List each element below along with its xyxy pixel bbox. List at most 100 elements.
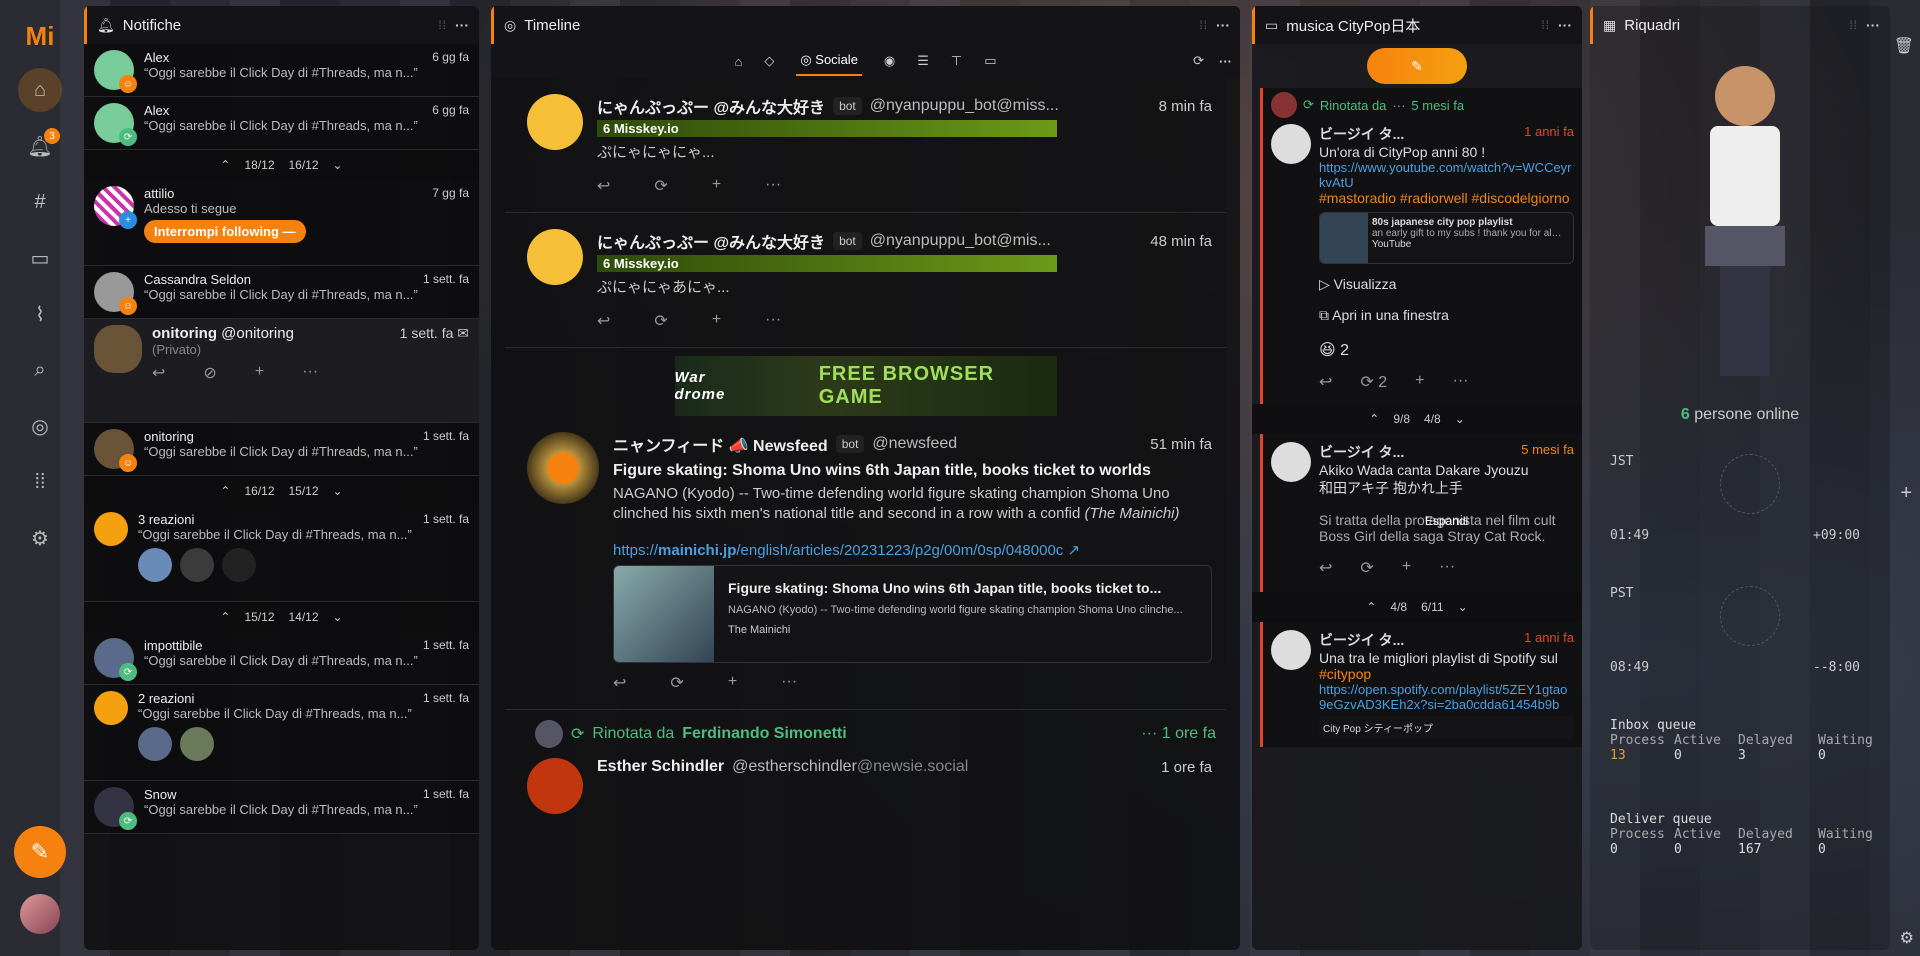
note-time[interactable]: 8 min fa bbox=[1159, 98, 1212, 115]
note-name[interactable]: Esther Schindler bbox=[597, 758, 724, 776]
drag-handle-icon[interactable]: ⁞⁞ bbox=[1199, 18, 1208, 32]
notification-item[interactable]: ☺ Cassandra Seldon 1 sett. fa “Oggi sareb… bbox=[84, 266, 479, 319]
renote-by[interactable]: Ferdinando Simonetti bbox=[682, 725, 846, 743]
note-user[interactable]: @estherschindler bbox=[732, 758, 857, 775]
plus-icon[interactable]: + bbox=[712, 311, 721, 331]
note-name[interactable]: ビージイ タ... bbox=[1319, 124, 1404, 144]
youtube-link[interactable]: https://www.youtube.com/watch?v=WCCeyrkv… bbox=[1319, 160, 1574, 190]
note-user[interactable]: @newsfeed bbox=[872, 435, 957, 453]
plus-icon[interactable]: + bbox=[712, 176, 721, 196]
avatar[interactable] bbox=[1271, 124, 1311, 164]
list-tab-icon[interactable]: ☰ bbox=[917, 53, 929, 69]
channel-post-button[interactable]: ✎ bbox=[1367, 48, 1467, 84]
notification-item[interactable]: ⟳ impottibile 1 sett. fa “Oggi sarebbe il… bbox=[84, 632, 479, 685]
avatar[interactable] bbox=[1271, 630, 1311, 670]
renote-icon[interactable]: ⟳ 2 bbox=[1360, 372, 1387, 392]
home-tab-icon[interactable]: ⌂ bbox=[734, 54, 742, 69]
tab-social[interactable]: ◎ Sociale bbox=[796, 46, 862, 76]
reply-icon[interactable]: ↩ bbox=[613, 673, 626, 693]
unfollow-button[interactable]: Interrompi following — bbox=[144, 220, 306, 243]
open-window-button[interactable]: ⧉ Apri in una finestra bbox=[1319, 307, 1574, 324]
trash-icon[interactable]: 🗑︎ bbox=[1894, 36, 1914, 56]
antenna-tab-icon[interactable]: ⊤ bbox=[951, 53, 962, 69]
spotify-link[interactable]: https://open.spotify.com/playlist/5ZEY1g… bbox=[1319, 682, 1574, 712]
renote-icon[interactable]: ⟳ bbox=[1360, 558, 1373, 578]
plus-icon[interactable]: + bbox=[728, 673, 737, 693]
plus-icon[interactable]: + bbox=[255, 363, 264, 383]
note-time[interactable]: 1 ore fa bbox=[1161, 759, 1212, 776]
note-hashtags[interactable]: #mastoradio #radiorwell #discodelgiorno bbox=[1319, 190, 1574, 206]
note-name[interactable]: ニャンフィード 📣 Newsfeed bbox=[613, 432, 828, 456]
renote-icon[interactable]: ⟳ bbox=[654, 311, 667, 331]
more-icon[interactable]: ··· bbox=[765, 176, 781, 196]
more-icon[interactable]: ··· bbox=[455, 17, 469, 33]
view-button[interactable]: ▷ Visualizza bbox=[1319, 276, 1574, 293]
rss-avatar[interactable] bbox=[527, 432, 599, 504]
notification-item[interactable]: ⟳ Snow 1 sett. fa “Oggi sarebbe il Click … bbox=[84, 781, 479, 834]
misskey-logo[interactable]: Mi bbox=[20, 16, 60, 56]
more-icon[interactable]: ··· bbox=[1216, 17, 1230, 33]
drag-handle-icon[interactable]: ⁞⁞ bbox=[1849, 18, 1858, 32]
add-column-icon[interactable]: + bbox=[1900, 482, 1912, 505]
bell-icon[interactable]: 🔔︎ 3 bbox=[18, 124, 62, 168]
url-preview-card[interactable]: 80s japanese city pop playlist an early g… bbox=[1319, 212, 1574, 264]
plus-icon[interactable]: + bbox=[1415, 372, 1424, 392]
grid-icon[interactable]: ⁞⁞ bbox=[18, 460, 62, 504]
avatar[interactable] bbox=[527, 94, 583, 150]
note[interactable]: ニャンフィード 📣 Newsfeed bot @newsfeed 51 min fa … bbox=[505, 424, 1226, 710]
more-icon[interactable]: ··· bbox=[765, 311, 781, 331]
renote[interactable]: ⟳ Rinotata da ··· 5 mesi fa ビージイ タ... 1 a… bbox=[1260, 88, 1582, 404]
renote-icon[interactable]: ⟳ bbox=[654, 176, 667, 196]
notification-item[interactable]: ☺ onitoring 1 sett. fa “Oggi sarebbe il C… bbox=[84, 423, 479, 476]
reaction[interactable]: 😆 2 bbox=[1319, 340, 1574, 360]
notification-item[interactable]: + attilio 7 gg fa Adesso ti segue Interro… bbox=[84, 180, 479, 266]
note-time[interactable]: 51 min fa bbox=[1150, 436, 1212, 453]
more-icon[interactable]: ··· bbox=[302, 363, 318, 383]
reply-icon[interactable]: ↩ bbox=[597, 311, 610, 331]
renote-time[interactable]: 5 mesi fa bbox=[1411, 98, 1464, 113]
post-button[interactable]: ✎ bbox=[14, 826, 66, 878]
note[interactable]: ビージイ タ... 1 anni fa Una tra le migliori p… bbox=[1260, 622, 1582, 747]
renote-icon[interactable]: ⟳ bbox=[670, 673, 683, 693]
refresh-icon[interactable]: ⟳ bbox=[1193, 53, 1204, 69]
notification-item[interactable]: ☺ Alex 6 gg fa “Oggi sarebbe il Click Day… bbox=[84, 44, 479, 97]
more-icon[interactable]: ··· bbox=[1558, 17, 1572, 33]
avatar[interactable] bbox=[1271, 442, 1311, 482]
avatar[interactable] bbox=[527, 758, 583, 814]
compass-icon[interactable]: ◎ bbox=[18, 404, 62, 448]
note[interactable]: Esther Schindler @estherschindler@newsie.… bbox=[505, 748, 1226, 824]
channel-tab-icon[interactable]: ▭ bbox=[984, 53, 996, 69]
note-time[interactable]: 1 anni fa bbox=[1524, 124, 1574, 144]
avatar[interactable] bbox=[527, 229, 583, 285]
hashtag-icon[interactable]: # bbox=[18, 180, 62, 224]
block-icon[interactable]: ⊘ bbox=[203, 363, 216, 383]
note-time[interactable]: 5 mesi fa bbox=[1521, 442, 1574, 462]
card-title[interactable]: City Pop シティーポップ bbox=[1319, 716, 1574, 739]
reply-icon[interactable]: ↩ bbox=[1319, 372, 1332, 392]
search-icon[interactable]: ⌕ bbox=[18, 348, 62, 392]
reply-icon[interactable]: ↩ bbox=[1319, 558, 1332, 578]
plus-icon[interactable]: + bbox=[1402, 558, 1411, 578]
note-name[interactable]: ビージイ タ... bbox=[1319, 630, 1404, 650]
url-preview-card[interactable]: Figure skating: Shoma Uno wins 6th Japan… bbox=[613, 565, 1212, 663]
notification-item[interactable]: ⟳ Alex 6 gg fa “Oggi sarebbe il Click Day… bbox=[84, 97, 479, 150]
home-icon[interactable]: ⌂ bbox=[18, 68, 62, 112]
note-user[interactable]: @nyanpuppu_bot@mis... bbox=[870, 232, 1051, 250]
note-name[interactable]: にゃんぷっぷー @みんな大好き bbox=[597, 229, 825, 253]
more-icon[interactable]: ··· bbox=[1219, 54, 1232, 69]
reply-icon[interactable]: ↩ bbox=[597, 176, 610, 196]
news-link[interactable]: https://mainichi.jp/english/articles/202… bbox=[613, 541, 1212, 559]
gear-icon[interactable]: ⚙ bbox=[18, 516, 62, 560]
more-icon[interactable]: ··· bbox=[781, 673, 797, 693]
note[interactable]: にゃんぷっぷー @みんな大好き bot @nyanpuppu_bot@miss...… bbox=[505, 78, 1226, 213]
more-icon[interactable]: ··· bbox=[1453, 372, 1469, 392]
global-tab-icon[interactable]: ◉ bbox=[884, 53, 895, 69]
more-icon[interactable]: ··· bbox=[1866, 17, 1880, 33]
drag-handle-icon[interactable]: ⁞⁞ bbox=[438, 18, 447, 32]
note-name[interactable]: ビージイ タ... bbox=[1319, 442, 1404, 462]
avatar[interactable] bbox=[1271, 92, 1297, 118]
settings-icon[interactable]: ⚙ bbox=[1900, 928, 1914, 948]
note-hashtag[interactable]: #citypop bbox=[1319, 666, 1371, 682]
notification-item[interactable]: 3 reazioni 1 sett. fa “Oggi sarebbe il Cl… bbox=[84, 506, 479, 602]
note[interactable]: ビージイ タ... 5 mesi fa Akiko Wada canta Daka… bbox=[1260, 434, 1582, 592]
